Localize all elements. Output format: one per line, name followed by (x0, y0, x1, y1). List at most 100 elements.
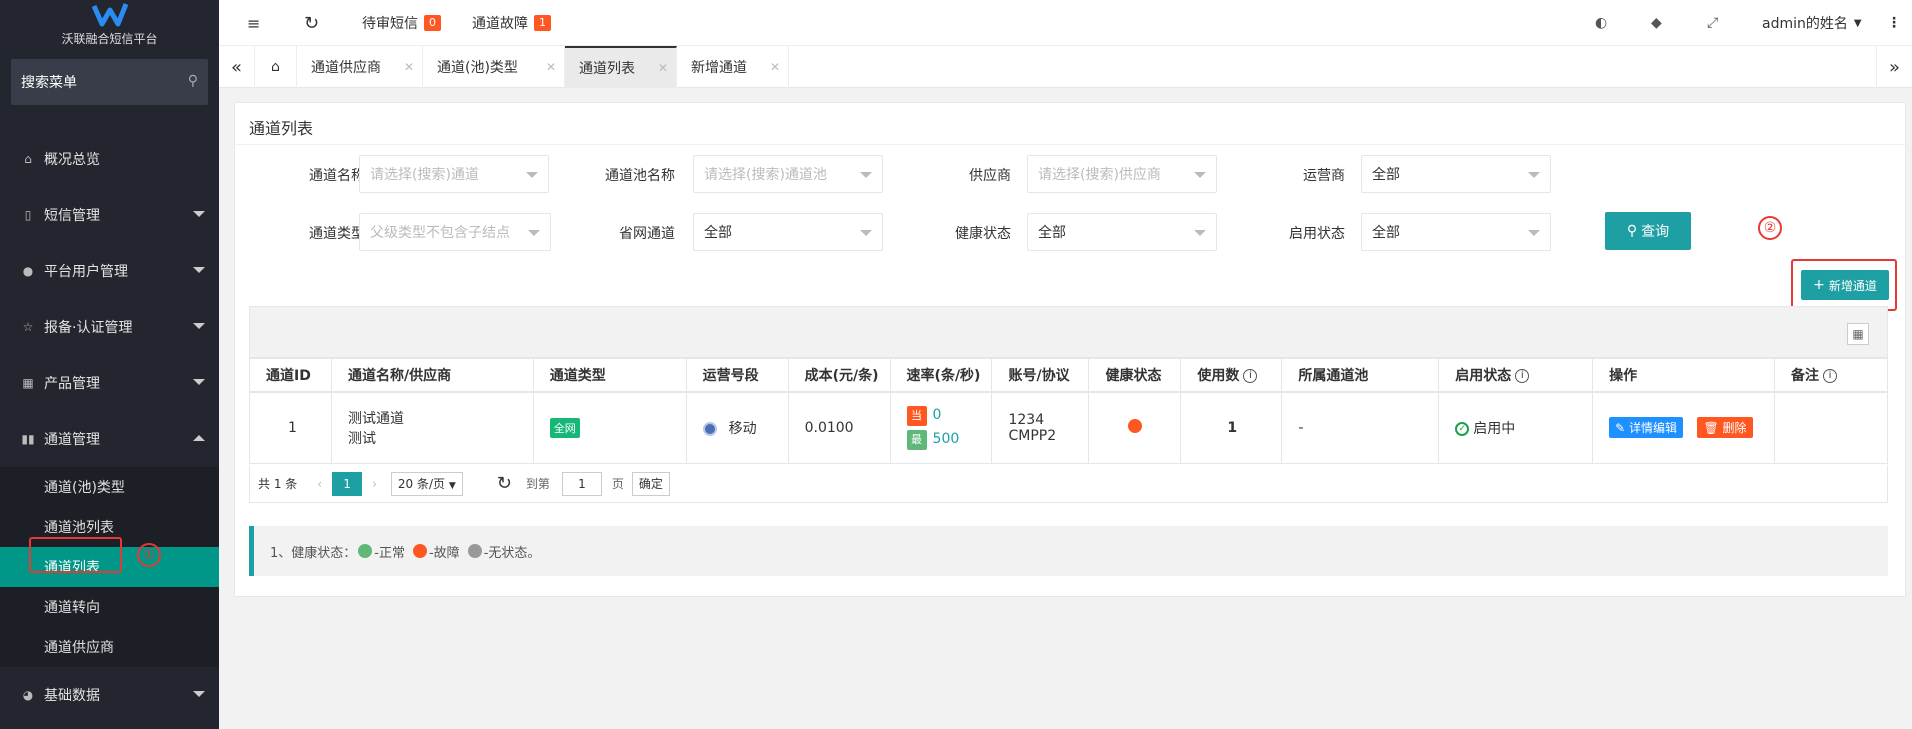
channel-type-select[interactable]: 父级类型不包含子结点 (359, 213, 551, 251)
col-header-cost[interactable]: 成本(元/条) (787, 358, 891, 393)
sidebar-item-products[interactable]: ▦ 产品管理 (0, 355, 219, 411)
cell-status: ✓ 启用中 (1438, 391, 1594, 464)
close-icon[interactable]: ✕ (658, 61, 668, 75)
prev-page-icon[interactable]: ‹ (317, 477, 322, 491)
cell-health (1088, 391, 1182, 464)
health-select[interactable]: 全部 (1027, 213, 1217, 251)
enabled-value: 全部 (1372, 225, 1400, 241)
next-page-icon[interactable]: › (372, 477, 377, 491)
health-value: 全部 (1038, 225, 1066, 241)
sidebar-sub-channel-redirect[interactable]: 通道转向 (0, 587, 219, 627)
tabs-scroll-left-icon[interactable]: « (219, 46, 255, 88)
theme-icon[interactable]: ◐ (1595, 0, 1607, 46)
close-icon[interactable]: ✕ (770, 60, 780, 74)
plus-icon: + (1813, 277, 1825, 293)
close-icon[interactable]: ✕ (404, 60, 414, 74)
info-icon[interactable]: i (1515, 368, 1530, 383)
note-none: -无状态。 (483, 545, 541, 561)
rate-current-value: 0 (932, 406, 942, 423)
col-header-account[interactable]: 账号/协议 (991, 358, 1090, 393)
col-header-remark[interactable]: 备注 i (1773, 358, 1889, 393)
col-header-usage[interactable]: 使用数 i (1180, 358, 1283, 393)
menu-toggle-icon[interactable]: ≡ (247, 0, 260, 46)
sidebar-item-sms[interactable]: ▯ 短信管理 (0, 187, 219, 243)
add-channel-button[interactable]: + 新增通道 (1801, 270, 1889, 300)
pending-sms-badge: 0 (424, 15, 441, 31)
operator-select[interactable]: 全部 (1361, 155, 1551, 193)
channel-fault-link[interactable]: 通道故障 1 (472, 0, 551, 46)
channel-name-select[interactable]: 请选择(搜索)通道 (359, 155, 549, 193)
sidebar-item-overview[interactable]: ⌂ 概况总览 (0, 131, 219, 187)
info-icon[interactable]: i (1822, 368, 1837, 383)
col-header-rate[interactable]: 速率(条/秒) (889, 358, 993, 393)
tab-channel-type[interactable]: 通道(池)类型 ✕ (423, 46, 565, 88)
pool-name-placeholder: 请选择(搜索)通道池 (704, 167, 827, 183)
data-icon: ◕ (22, 688, 34, 702)
chevron-down-icon: ▼ (1853, 17, 1862, 29)
col-header-type[interactable]: 通道类型 (532, 358, 687, 393)
table-toolbar: ▦ (249, 306, 1888, 358)
chevron-down-icon (860, 172, 872, 178)
close-icon[interactable]: ✕ (546, 60, 556, 74)
sidebar-item-label: 基础数据 (44, 688, 100, 704)
goto-label: 到第 (525, 477, 550, 491)
col-header-health[interactable]: 健康状态 (1088, 358, 1182, 393)
refresh-icon[interactable]: ↻ (497, 473, 512, 494)
sidebar-sub-label: 通道池列表 (44, 520, 114, 536)
channel-name-placeholder: 请选择(搜索)通道 (370, 167, 479, 183)
annotation-marker-2: ② (1758, 216, 1782, 240)
sidebar-item-channels[interactable]: ▮▮ 通道管理 (0, 411, 219, 467)
province-value: 全部 (704, 225, 732, 241)
cell-account: 1234 CMPP2 (991, 391, 1090, 464)
edit-button[interactable]: ✎ 详情编辑 (1609, 417, 1683, 439)
note-normal: -正常 (374, 545, 405, 561)
delete-button[interactable]: 🗑 删除 (1697, 417, 1753, 439)
filter-supplier-label: 供应商 (969, 168, 1011, 184)
sidebar-item-users[interactable]: ● 平台用户管理 (0, 243, 219, 299)
col-header-name[interactable]: 通道名称/供应商 (330, 358, 534, 393)
search-icon: ⚲ (187, 73, 198, 89)
tab-supplier[interactable]: 通道供应商 ✕ (297, 46, 423, 88)
fullscreen-icon[interactable]: ⤢ (1707, 0, 1718, 46)
goto-page-input[interactable]: 1 (561, 471, 602, 496)
tab-label: 通道(池)类型 (437, 60, 518, 76)
refresh-icon[interactable]: ↻ (304, 0, 319, 46)
edit-button-label: 详情编辑 (1628, 421, 1677, 436)
enabled-select[interactable]: 全部 (1361, 213, 1551, 251)
page-current[interactable]: 1 (332, 471, 363, 496)
col-header-segment[interactable]: 运营号段 (685, 358, 789, 393)
trash-icon: 🗑 (1703, 421, 1723, 436)
col-header-status[interactable]: 启用状态 i (1438, 358, 1594, 393)
user-menu[interactable]: admin的姓名 ▼ (1762, 0, 1862, 46)
cell-rate: 当0 最 500 (889, 391, 993, 464)
pending-sms-label: 待审短信 (362, 16, 418, 32)
sidebar-item-base-data[interactable]: ◕ 基础数据 (0, 667, 219, 723)
tab-home[interactable]: ⌂ (255, 46, 297, 88)
query-button[interactable]: ⚲ 查询 (1605, 212, 1691, 250)
carrier-icon (702, 421, 717, 436)
more-icon[interactable]: ⋮ (1887, 0, 1901, 46)
pool-name-select[interactable]: 请选择(搜索)通道池 (693, 155, 883, 193)
tabs-scroll-right-icon[interactable]: » (1876, 46, 1912, 88)
columns-icon[interactable]: ▦ (1847, 323, 1869, 345)
page-size-select[interactable]: 20 条/页 ▼ (390, 471, 463, 496)
tab-channel-list[interactable]: 通道列表 ✕ (565, 46, 677, 88)
tab-new-channel[interactable]: 新增通道 ✕ (677, 46, 789, 88)
search-icon: ⚲ (1626, 223, 1638, 239)
chevron-down-icon (526, 172, 538, 178)
col-header-status-label: 启用状态 (1455, 367, 1512, 384)
goto-confirm-button[interactable]: 确定 (631, 471, 670, 496)
pending-sms-link[interactable]: 待审短信 0 (362, 0, 441, 46)
menu-search[interactable]: 搜索菜单 ⚲ (11, 59, 208, 105)
supplier-select[interactable]: 请选择(搜索)供应商 (1027, 155, 1217, 193)
sidebar-sub-channel-type[interactable]: 通道(池)类型 (0, 467, 219, 507)
chevron-down-icon: ▼ (448, 480, 456, 491)
add-channel-label: 新增通道 (1828, 278, 1877, 293)
province-select[interactable]: 全部 (693, 213, 883, 251)
col-header-pool[interactable]: 所属通道池 (1281, 358, 1440, 393)
tag-icon[interactable]: ◆ (1651, 0, 1662, 46)
sidebar-item-certification[interactable]: ☆ 报备·认证管理 (0, 299, 219, 355)
col-header-id[interactable]: 通道ID (249, 358, 332, 393)
sidebar-sub-supplier[interactable]: 通道供应商 (0, 627, 219, 667)
info-icon[interactable]: i (1243, 368, 1258, 383)
